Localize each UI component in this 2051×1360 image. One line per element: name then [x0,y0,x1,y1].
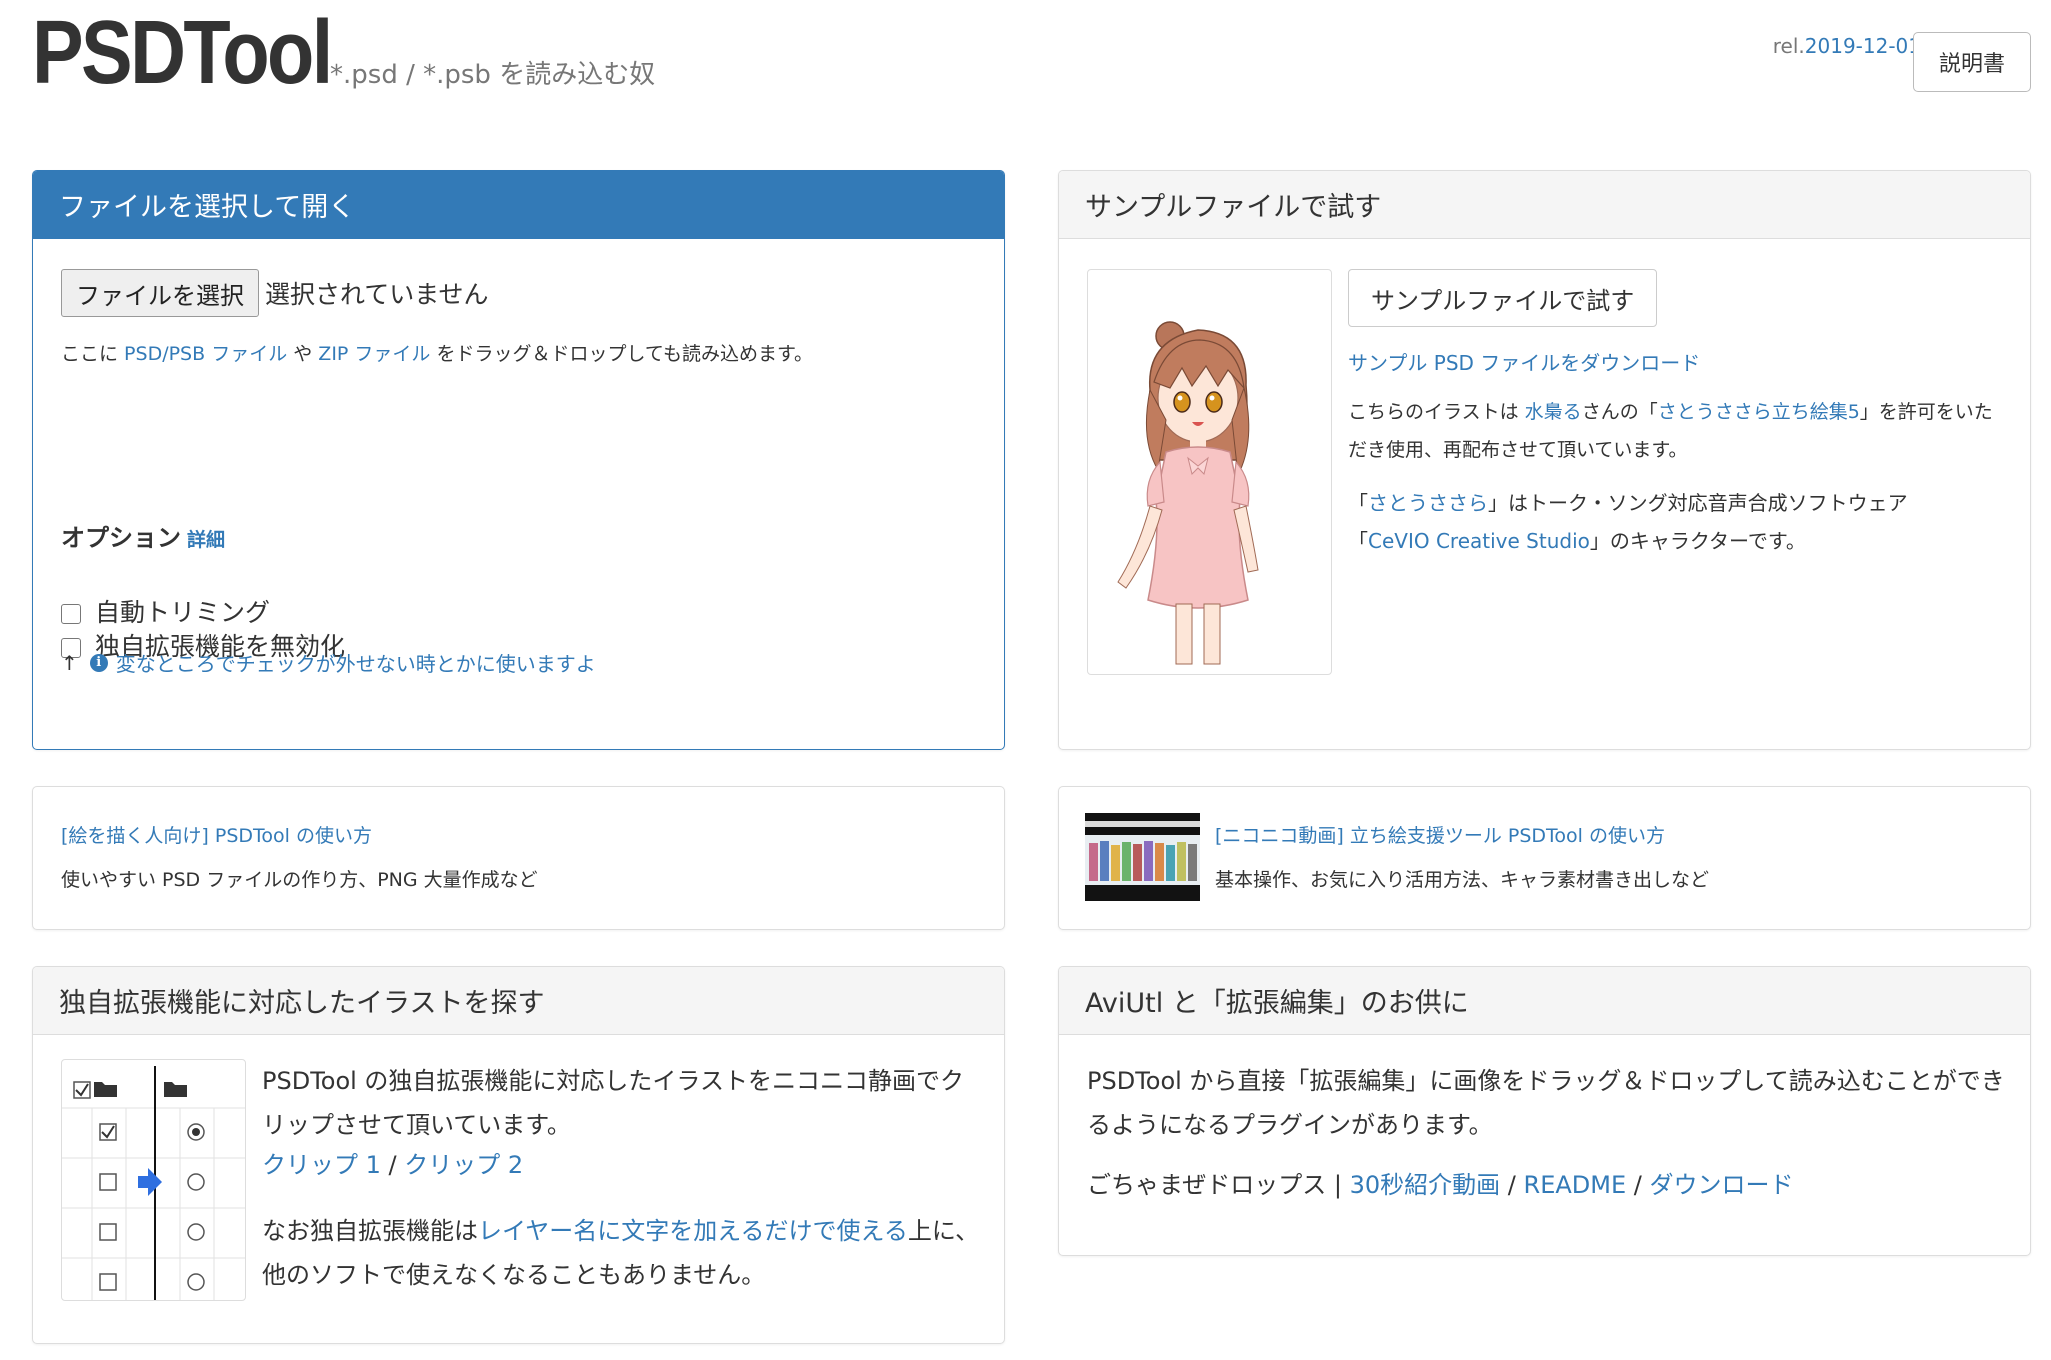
link-separator-2: / [1626,1171,1650,1199]
drop-hint-suffix: をドラッグ＆ドロップしても読み込めます。 [430,343,814,365]
download-sample-link[interactable]: サンプル PSD ファイルをダウンロード [1348,347,1700,376]
extension-illust-panel-heading: 独自拡張機能に対応したイラストを探す [33,967,1004,1035]
open-file-panel: ファイルを選択して開く ファイルを選択 選択されていません ここに PSD/PS… [32,170,1005,750]
sample-panel: サンプルファイルで試す サンプルファイルで試す サンプル PSD ファイルをダウ… [1058,170,2031,750]
drop-hint-mid: や [287,343,319,365]
extension-text-2-prefix: なお独自拡張機能は [262,1217,478,1245]
release-date-link[interactable]: 2019-12-01 [1805,34,1921,58]
character-text-2: 」のキャラクターです。 [1589,529,1806,553]
intro-video-link[interactable]: 30秒紹介動画 [1350,1171,1501,1199]
extension-text-2: なお独自拡張機能はレイヤー名に文字を加えるだけで使える上に、他のソフトで使えなく… [262,1209,982,1297]
manual-button[interactable]: 説明書 [1913,32,2031,92]
app-title: PSDTool [32,3,333,103]
character-quote-open: 「 [1348,491,1368,515]
artist-guide-link[interactable]: [絵を描く人向け] PSDTool の使い方 [61,821,372,848]
extension-illust-panel: 独自拡張機能に対応したイラストを探す PSDTool の独自拡張機能に対応したイ… [32,966,1005,1344]
pipe-separator: | [1326,1171,1350,1199]
auto-trim-option[interactable]: 自動トリミング [61,593,270,629]
cevio-link[interactable]: CeVIO Creative Studio [1368,529,1590,553]
work-link[interactable]: さとうささら立ち絵集5 [1658,401,1860,423]
software-quote-open: 「 [1348,529,1368,553]
character-info: 「さとうささら」はトーク・ソング対応音声合成ソフトウェア 「CeVIO Creat… [1348,484,2008,560]
plugin-name: ごちゃまぜドロップス [1087,1171,1327,1199]
try-sample-button[interactable]: サンプルファイルで試す [1348,269,1658,327]
psd-file-text: PSD/PSB ファイル [124,343,288,365]
options-title: オプション 詳細 [61,518,225,553]
video-thumbnail[interactable] [1085,813,1200,901]
release-prefix: rel. [1772,34,1805,58]
character-link[interactable]: さとうささら [1368,491,1488,515]
file-input[interactable]: ファイルを選択 選択されていません [61,269,489,317]
artist-guide-panel: [絵を描く人向け] PSDTool の使い方 使いやすい PSD ファイルの作り… [32,786,1005,930]
layer-tree-illustration [62,1066,245,1300]
artist-guide-desc: 使いやすい PSD ファイルの作り方、PNG 大量作成など [61,869,538,891]
clip-links: クリップ 1 / クリップ 2 [262,1145,523,1180]
sample-character-image[interactable] [1087,269,1332,675]
options-detail-link[interactable]: 詳細 [187,529,225,551]
file-status: 選択されていません [265,280,489,309]
nico-video-panel: [ニコニコ動画] 立ち絵支援ツール PSDTool の使い方 基本操作、お気に入… [1058,786,2031,930]
author-link[interactable]: 水梟る [1525,401,1582,423]
credit-text-2: さんの「 [1581,401,1658,423]
options-label: オプション [61,524,181,552]
option-note-text: 変なところでチェックが外せない時とかに使いますよ [115,652,596,676]
aviutl-panel: AviUtl と「拡張編集」のお供に PSDTool から直接「拡張編集」に画像… [1058,966,2031,1256]
up-arrow-icon: ↑ [61,650,78,675]
credit-text-1: こちらのイラストは [1348,401,1525,423]
extension-figure [61,1059,246,1301]
nico-guide-link[interactable]: [ニコニコ動画] 立ち絵支援ツール PSDTool の使い方 [1215,821,1665,848]
video-thumbnail-image [1085,813,1200,901]
auto-trim-checkbox[interactable] [61,604,81,624]
drop-hint: ここに PSD/PSB ファイル や ZIP ファイル をドラッグ＆ドロップして… [61,339,813,366]
release-info: rel.2019-12-01 [1773,34,1921,58]
drop-hint-prefix: ここに [61,343,125,365]
character-text-1: 」はトーク・ソング対応音声合成ソフトウェア [1488,491,1908,515]
app-subtitle: *.psd / *.psb を読み込む奴 [330,60,656,90]
info-icon: i [89,653,108,672]
aviutl-description: PSDTool から直接「拡張編集」に画像をドラッグ＆ドロップして読み込むことが… [1087,1067,2005,1139]
clip-1-link[interactable]: クリップ 1 [262,1151,381,1179]
open-file-panel-heading: ファイルを選択して開く [33,171,1004,239]
nico-guide-desc: 基本操作、お気に入り活用方法、キャラ素材書き出しなど [1215,869,1710,891]
link-separator-1: / [1500,1171,1524,1199]
clip-2-link[interactable]: クリップ 2 [404,1151,523,1179]
aviutl-links: ごちゃまぜドロップス | 30秒紹介動画 / README / ダウンロード [1087,1165,1793,1200]
option-note: ↑ i 変なところでチェックが外せない時とかに使いますよ [61,648,596,677]
extension-text-1: PSDTool の独自拡張機能に対応したイラストをニコニコ静画でクリップさせて頂… [262,1067,964,1139]
readme-link[interactable]: README [1524,1171,1627,1199]
layer-name-link[interactable]: レイヤー名に文字を加えるだけで使える [478,1217,908,1245]
clip-separator: / [380,1151,405,1179]
aviutl-panel-heading: AviUtl と「拡張編集」のお供に [1059,967,2030,1035]
sample-credit: こちらのイラストは 水梟るさんの「さとうささら立ち絵集5」を許可をいただき使用、… [1348,393,2008,469]
choose-file-button[interactable]: ファイルを選択 [61,269,259,317]
sample-panel-heading: サンプルファイルで試す [1059,171,2030,239]
character-illustration [1117,321,1259,665]
download-plugin-link[interactable]: ダウンロード [1649,1171,1793,1199]
zip-file-text: ZIP ファイル [318,343,431,365]
auto-trim-label: 自動トリミング [95,598,271,627]
